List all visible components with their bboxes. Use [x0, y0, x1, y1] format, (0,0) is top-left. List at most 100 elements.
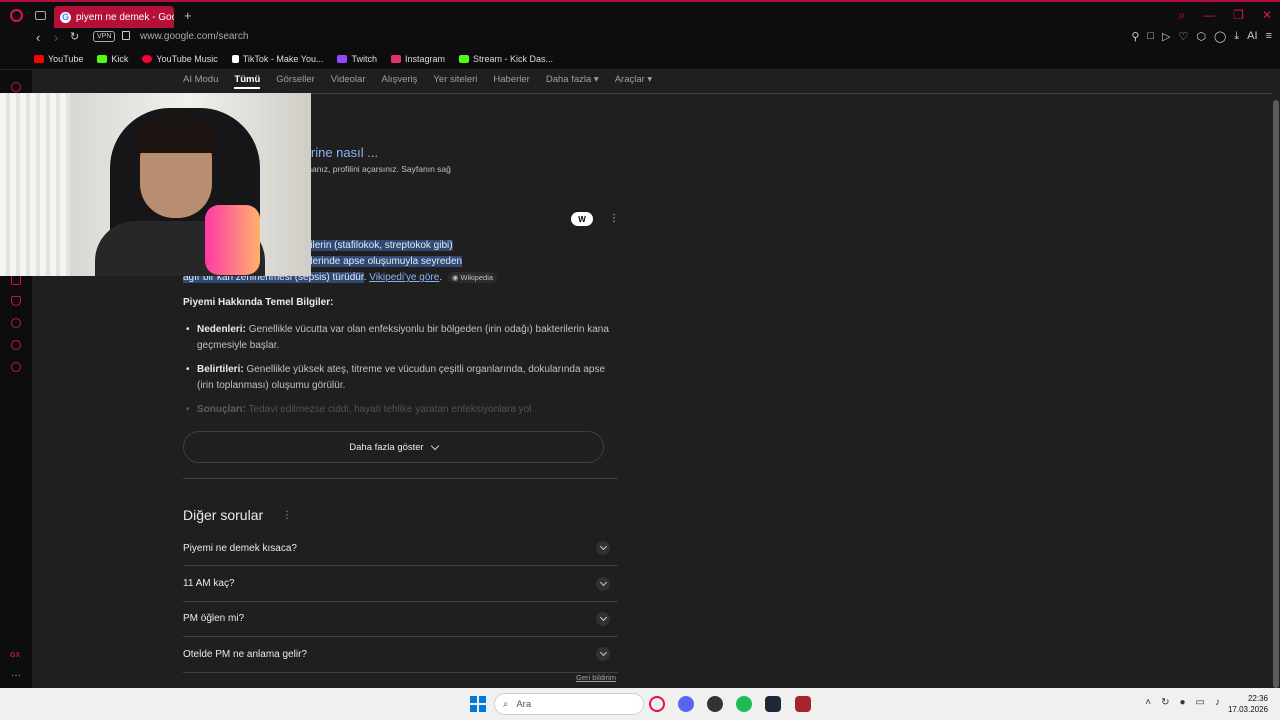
- lock-icon[interactable]: [122, 31, 130, 40]
- chevron-up-icon[interactable]: ˄: [1145, 697, 1151, 708]
- chevron-down-icon: [430, 441, 439, 450]
- tab-more[interactable]: Daha fazla ▾: [546, 74, 599, 89]
- chevron-down-icon: [596, 647, 610, 662]
- settings-icon[interactable]: [11, 362, 21, 372]
- spotify-taskbar-icon[interactable]: [736, 696, 752, 712]
- minimize-button[interactable]: —: [1203, 8, 1215, 23]
- tab-active[interactable]: G piyem ne demek - Google: [54, 6, 174, 28]
- tab-news[interactable]: Haberler: [493, 74, 529, 89]
- ai-heading: Piyemi Hakkında Temel Bilgiler:: [183, 297, 334, 308]
- snapshot-icon[interactable]: □: [1147, 30, 1154, 43]
- system-tray: ˄ ↻ ● ▭ ♪: [1145, 697, 1220, 708]
- kick-icon: [459, 54, 470, 63]
- tab-places[interactable]: Yer siteleri: [433, 74, 477, 89]
- aria-ai-button[interactable]: AI: [1247, 30, 1257, 43]
- tab-videos[interactable]: Videolar: [331, 74, 366, 89]
- twitch-icon: [337, 54, 348, 63]
- history-icon[interactable]: [11, 318, 21, 328]
- tab-title: piyem ne demek - Google: [76, 11, 174, 23]
- sync-icon[interactable]: ↻: [1161, 697, 1169, 708]
- list-item: Nedenleri: Genellikle vücutta var olan e…: [183, 322, 623, 354]
- game-taskbar-icon[interactable]: [795, 696, 811, 712]
- bookmark-youtube-music[interactable]: YouTube Music: [142, 54, 218, 64]
- play-icon[interactable]: ▷: [1162, 30, 1170, 43]
- paa-question[interactable]: Piyemi ne demek kısaca?: [183, 531, 618, 567]
- opera-gx-taskbar-icon[interactable]: [649, 696, 665, 712]
- ai-source-link[interactable]: Vikipedi'ye göre: [369, 272, 439, 283]
- search-icon: ⌕: [503, 698, 509, 710]
- extensions-sidebar-icon[interactable]: [11, 340, 21, 350]
- discord-taskbar-icon[interactable]: [678, 696, 694, 712]
- search-tabs: AI Modu Tümü Görseller Videolar Alışveri…: [183, 74, 652, 89]
- bookmark-kick[interactable]: Kick: [97, 54, 128, 64]
- extensions-icon[interactable]: ⬡: [1196, 30, 1206, 43]
- steam-taskbar-icon[interactable]: [765, 696, 781, 712]
- windows-taskbar: ⌕ Ara ˄ ↻ ● ▭ ♪ 22:36 17.03.2026: [0, 688, 1280, 720]
- microphone-icon[interactable]: ●: [1180, 697, 1186, 708]
- heart-icon[interactable]: ♡: [1179, 30, 1189, 43]
- tab-islands-icon[interactable]: [35, 11, 46, 20]
- maximize-button[interactable]: ❐: [1233, 8, 1244, 23]
- pin-board-icon[interactable]: [11, 296, 21, 306]
- paa-question[interactable]: Otelde PM ne anlama gelir?: [183, 637, 618, 673]
- bookmark-twitch[interactable]: Twitch: [337, 54, 377, 64]
- bookmark-instagram[interactable]: Instagram: [390, 54, 445, 64]
- instagram-icon: [390, 54, 401, 63]
- clock[interactable]: 22:36 17.03.2026: [1228, 693, 1268, 715]
- toolbar-icons: ⚲ □ ▷ ♡ ⬡ ◯ ⤓ AI ≡: [1131, 30, 1272, 43]
- wikipedia-source-icon[interactable]: W: [571, 212, 593, 226]
- url-field[interactable]: www.google.com/search: [140, 31, 248, 42]
- scrollbar-thumb[interactable]: [1273, 100, 1279, 688]
- gx-control-icon[interactable]: [11, 82, 21, 92]
- paa-question[interactable]: PM öğlen mi?: [183, 602, 618, 638]
- taskbar-search[interactable]: ⌕ Ara: [494, 693, 644, 715]
- opera-gx-logo-icon[interactable]: [10, 9, 23, 22]
- tab-all[interactable]: Tümü: [234, 74, 261, 89]
- show-more-button[interactable]: Daha fazla göster: [183, 431, 604, 463]
- ai-overview-menu-icon[interactable]: ⋮: [609, 213, 619, 224]
- feedback-link[interactable]: Geri bildirim: [576, 673, 616, 682]
- section-divider: [183, 478, 618, 479]
- address-bar: ‹ › ↻ VPN www.google.com/search ⚲ □ ▷ ♡ …: [0, 28, 1280, 48]
- start-button-icon[interactable]: [470, 696, 486, 712]
- ai-bullet-list: Nedenleri: Genellikle vücutta var olan e…: [183, 322, 623, 426]
- chevron-down-icon: [596, 611, 610, 626]
- obs-taskbar-icon[interactable]: [707, 696, 723, 712]
- profile-icon[interactable]: ◯: [1214, 30, 1226, 43]
- tab-shopping[interactable]: Alışveriş: [381, 74, 417, 89]
- list-item: Belirtileri: Genellikle yüksek ateş, tit…: [183, 362, 623, 394]
- more-icon[interactable]: ···: [11, 670, 21, 681]
- taskbar-icons: [470, 696, 486, 712]
- menu-icon[interactable]: ≡: [1266, 30, 1272, 43]
- bookmark-tiktok[interactable]: TikTok - Make You...: [231, 54, 323, 64]
- download-icon[interactable]: ⤓: [1234, 30, 1239, 43]
- close-button[interactable]: ✕: [1262, 8, 1272, 23]
- window-controls: ⌕ — ❐ ✕: [1178, 8, 1272, 23]
- monitor-icon[interactable]: ▭: [1196, 697, 1205, 708]
- new-tab-button[interactable]: +: [184, 8, 192, 23]
- vpn-badge[interactable]: VPN: [93, 31, 116, 42]
- pin-icon[interactable]: ⚲: [1131, 30, 1139, 43]
- people-also-ask-title: Diğer sorular: [183, 507, 264, 523]
- paa-question[interactable]: 11 AM kaç?: [183, 566, 618, 602]
- webcam-overlay: [0, 93, 311, 276]
- tab-images[interactable]: Görseller: [276, 74, 315, 89]
- back-button[interactable]: ‹: [36, 30, 40, 45]
- ai-source-badge[interactable]: ◉ Wikipedia: [447, 272, 498, 283]
- search-tabs-icon[interactable]: ⌕: [1178, 8, 1185, 23]
- speaker-icon[interactable]: ♪: [1215, 697, 1220, 708]
- google-favicon-icon: G: [60, 11, 71, 23]
- bookmarks-bar: YouTube Kick YouTube Music TikTok - Make…: [0, 48, 1280, 70]
- webcam-curtain: [0, 93, 70, 276]
- title-bar: G piyem ne demek - Google + ⌕ — ❐ ✕: [0, 0, 1280, 28]
- paa-menu-icon[interactable]: ⋮: [282, 510, 292, 521]
- bookmark-stream-kick[interactable]: Stream - Kick Das...: [459, 54, 553, 64]
- forward-button[interactable]: ›: [54, 30, 58, 45]
- player-icon[interactable]: [11, 275, 21, 285]
- chevron-down-icon: [596, 541, 610, 556]
- tab-ai-mode[interactable]: AI Modu: [183, 74, 218, 89]
- reload-button[interactable]: ↻: [70, 30, 79, 43]
- bookmark-youtube[interactable]: YouTube: [34, 54, 83, 64]
- tab-tools[interactable]: Araçlar ▾: [615, 74, 653, 89]
- list-item: Sonuçları: Tedavi edilmezse ciddi, hayat…: [183, 402, 623, 418]
